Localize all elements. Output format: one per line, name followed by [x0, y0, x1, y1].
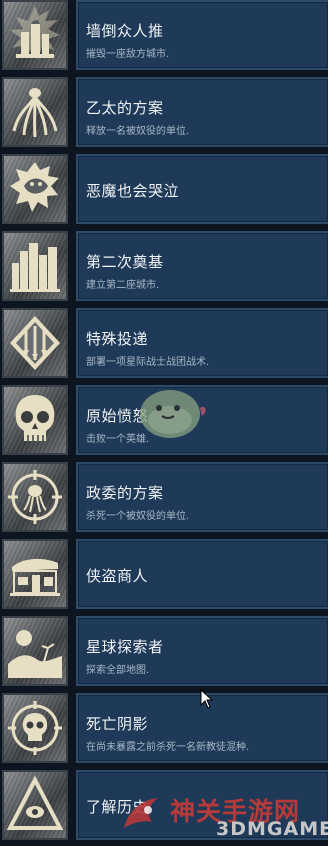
achievement-row[interactable]: 侠盗商人 [0, 539, 328, 615]
achievement-row[interactable]: 乙太的方案 释放一名被奴役的单位. [0, 77, 328, 153]
achievement-row[interactable]: 死亡阴影 在尚未暴露之前杀死一名新教徒混种. [0, 693, 328, 769]
achievement-panel: 墙倒众人推 摧毁一座敌方城市. [76, 0, 328, 70]
achievement-row[interactable]: 第二次奠基 建立第二座城市. [0, 231, 328, 307]
market-stall-icon [2, 539, 68, 609]
achievement-panel: 特殊投递 部署一项星际战士战团战术. [76, 308, 328, 378]
achievement-panel: 侠盗商人 [76, 539, 328, 609]
achievement-desc: 杀死一个被奴役的单位. [86, 511, 190, 522]
tentacle-creature-icon [2, 77, 68, 147]
achievement-title: 特殊投递 [86, 330, 149, 348]
demon-scream-icon [2, 154, 68, 224]
achievement-title: 政委的方案 [86, 484, 164, 502]
orbital-drop-icon [2, 308, 68, 378]
watermark-en-text: 3DMGAME [216, 818, 328, 840]
achievement-row[interactable]: 恶魔也会哭泣 [0, 154, 328, 230]
mascot-overlay-icon [140, 390, 206, 438]
eye-triangle-icon [2, 770, 68, 840]
achievement-panel: 第二次奠基 建立第二座城市. [76, 231, 328, 301]
achievement-panel: 乙太的方案 释放一名被奴役的单位. [76, 77, 328, 147]
achievement-title: 乙太的方案 [86, 99, 164, 117]
crosshair-creature-icon [2, 462, 68, 532]
skull-icon [2, 385, 68, 455]
achievement-desc: 释放一名被奴役的单位. [86, 126, 190, 137]
achievement-title: 侠盗商人 [86, 567, 149, 585]
achievement-desc: 摧毁一座敌方城市. [86, 49, 170, 60]
achievement-desc: 探索全部地图. [86, 665, 150, 676]
mouse-cursor-icon [200, 689, 214, 709]
achievement-panel: 星球探索者 探索全部地图. [76, 616, 328, 686]
achievement-title: 星球探索者 [86, 638, 164, 656]
achievement-panel: 恶魔也会哭泣 [76, 154, 328, 224]
achievement-row[interactable]: 墙倒众人推 摧毁一座敌方城市. [0, 0, 328, 76]
skull-target-icon [2, 693, 68, 763]
collapsed-city-icon [2, 0, 68, 70]
achievement-row[interactable]: 政委的方案 杀死一个被奴役的单位. [0, 462, 328, 538]
watermark-logo-icon [124, 798, 158, 828]
watermark: 神关手游网 3DMGAME [118, 790, 328, 840]
city-skyline-icon [2, 231, 68, 301]
achievement-panel: 政委的方案 杀死一个被奴役的单位. [76, 462, 328, 532]
achievement-title: 墙倒众人推 [86, 22, 164, 40]
achievement-row[interactable]: 特殊投递 部署一项星际战士战团战术. [0, 308, 328, 384]
achievement-title: 恶魔也会哭泣 [86, 182, 180, 200]
achievement-desc: 建立第二座城市. [86, 280, 160, 291]
achievement-title: 第二次奠基 [86, 253, 164, 271]
planet-landscape-icon [2, 616, 68, 686]
achievement-desc: 部署一项星际战士战团战术. [86, 357, 210, 368]
achievement-row[interactable]: 星球探索者 探索全部地图. [0, 616, 328, 692]
achievement-title: 死亡阴影 [86, 715, 149, 733]
achievement-desc: 在尚未暴露之前杀死一名新教徒混种. [86, 742, 250, 753]
